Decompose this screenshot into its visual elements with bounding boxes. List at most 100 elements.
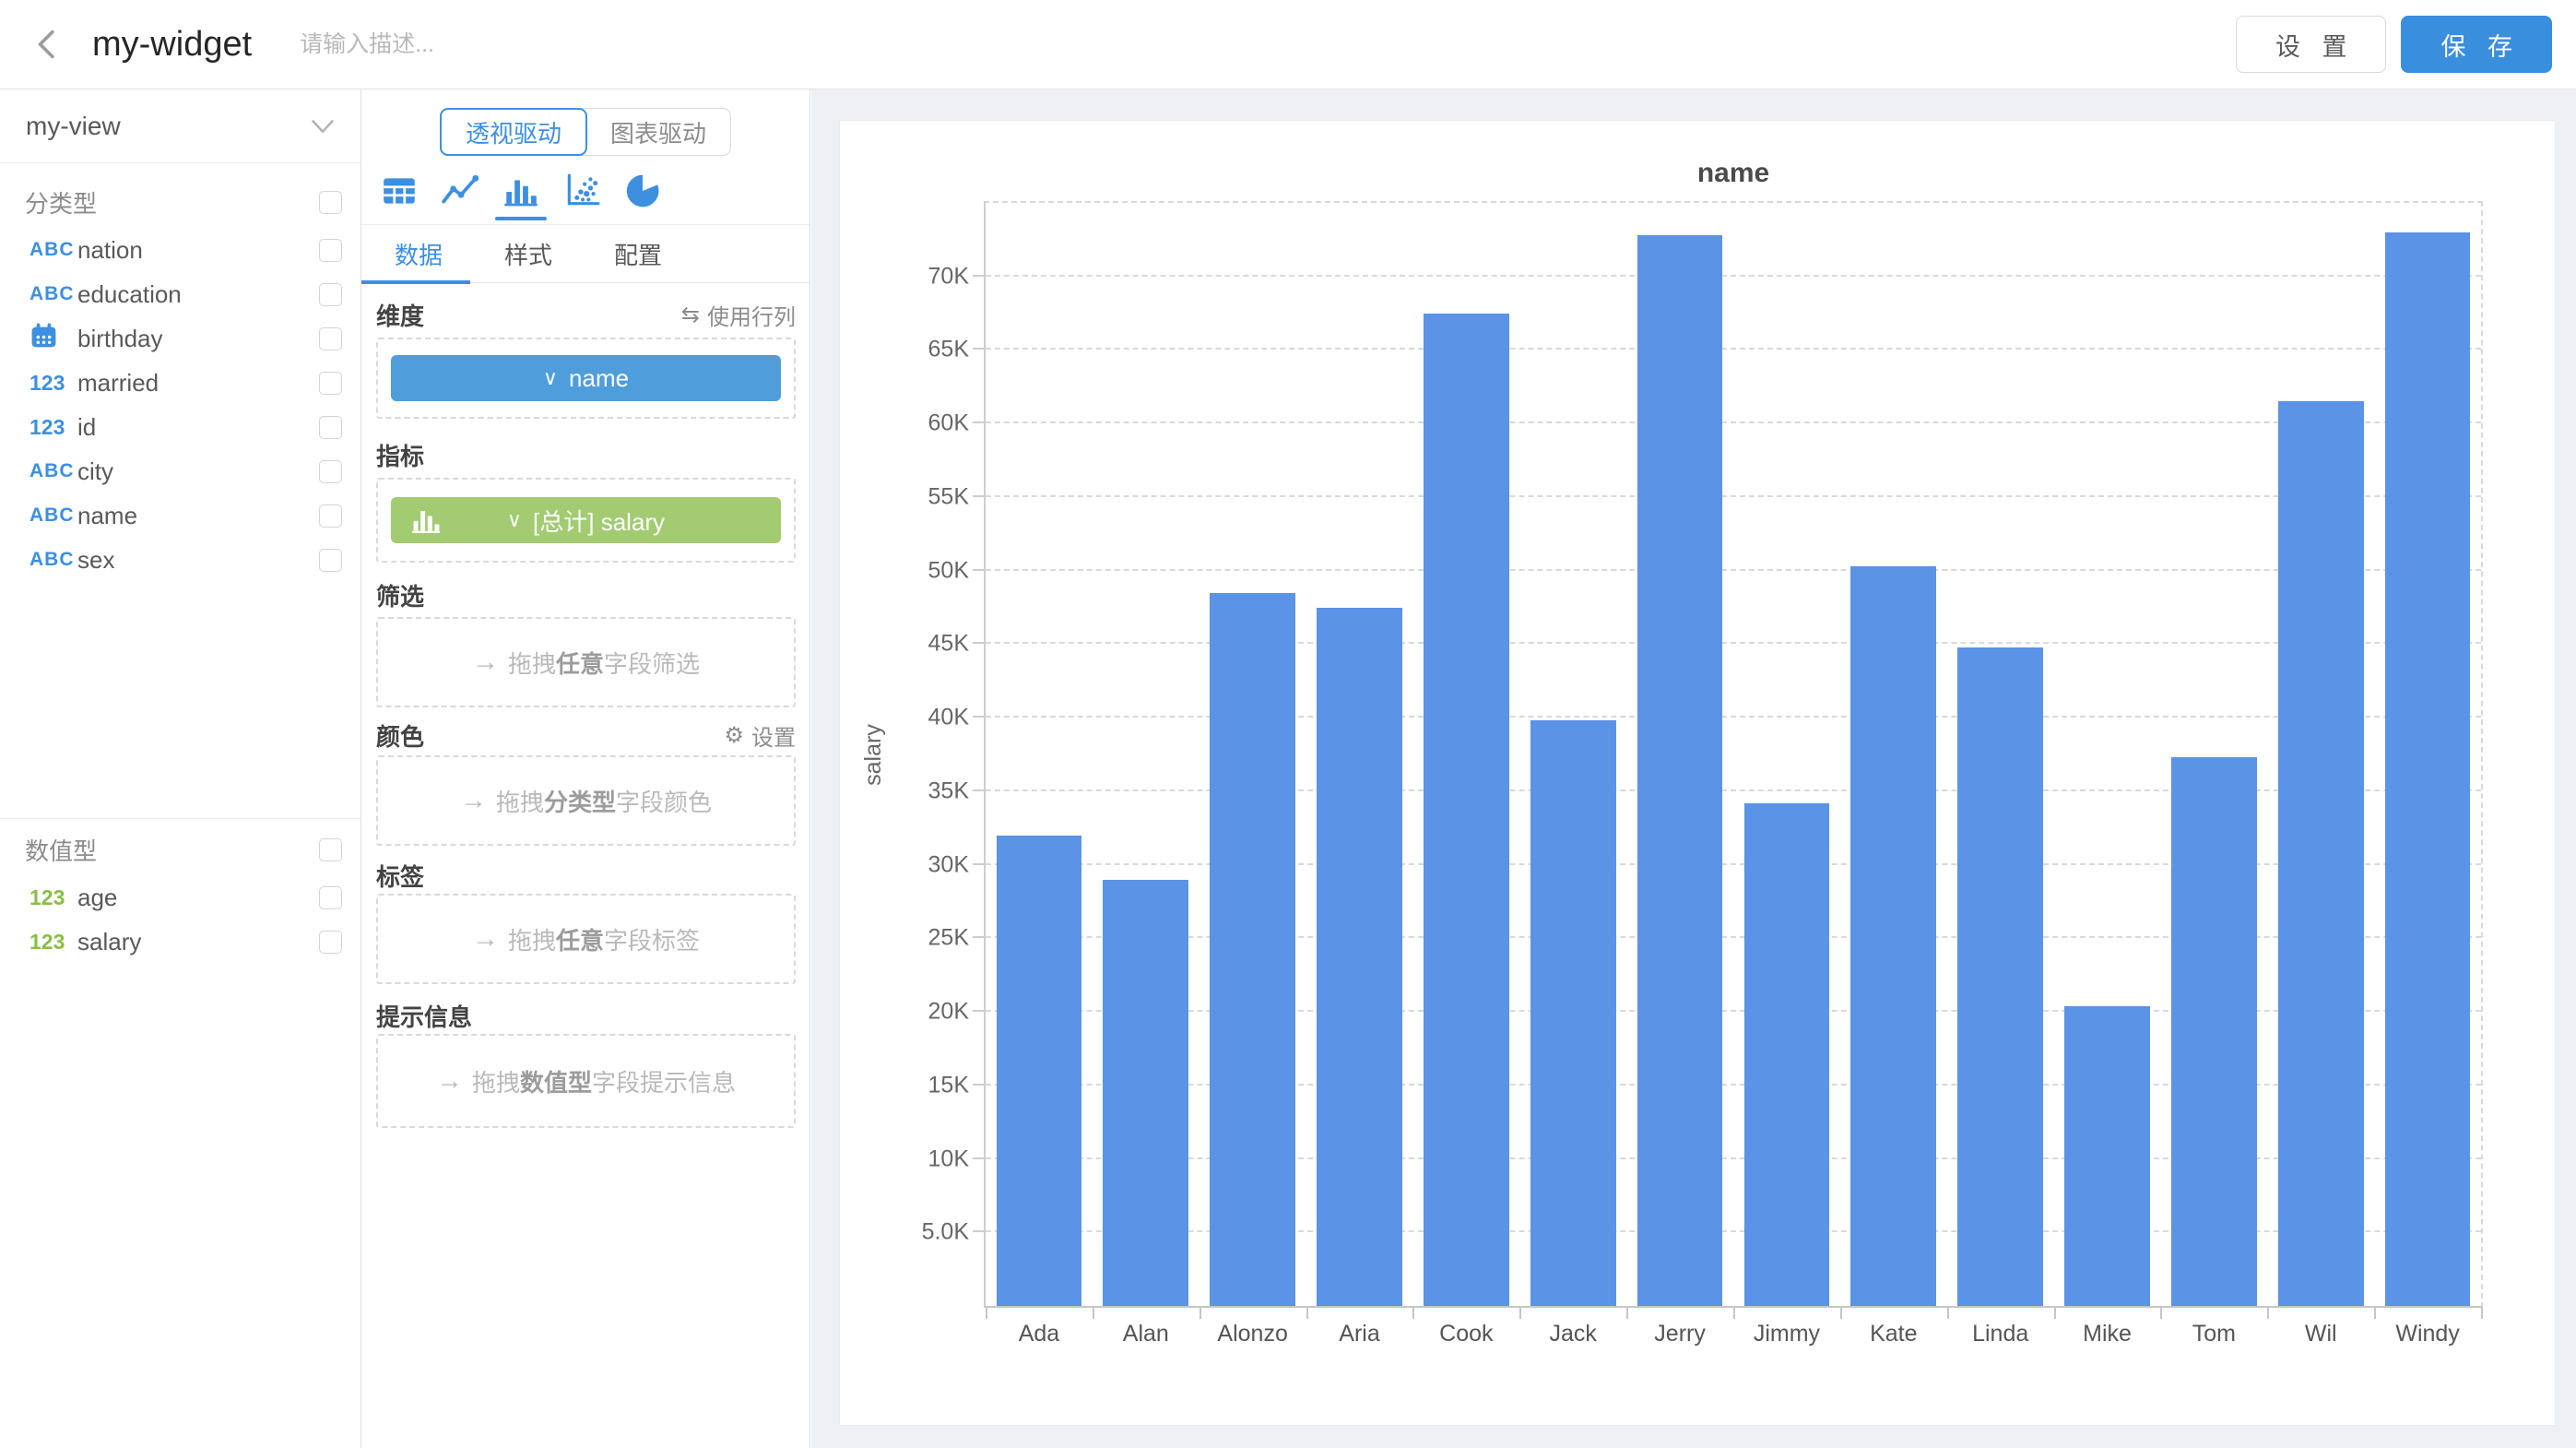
table-chart-icon[interactable] (376, 169, 422, 213)
x-label-Alonzo: Alonzo (1199, 1321, 1306, 1347)
save-button[interactable]: 保 存 (2401, 16, 2552, 73)
numeric-select-all-checkbox[interactable] (319, 838, 342, 861)
filter-section-header: 筛选 (376, 580, 796, 610)
bar-Jimmy[interactable] (1744, 803, 1830, 1306)
bar-Windy[interactable] (2385, 232, 2471, 1306)
use-rows-cols-link[interactable]: ⇆ 使用行列 (681, 299, 796, 331)
field-checkbox-salary[interactable] (319, 931, 342, 954)
dimension-pill-name[interactable]: ∨ name (391, 355, 781, 401)
mode-option-1[interactable]: 图表驱动 (586, 109, 730, 155)
x-label-Jimmy: Jimmy (1733, 1321, 1840, 1347)
x-label-Wil: Wil (2267, 1321, 2374, 1347)
numeric-section-header: 数值型 (0, 825, 360, 873)
tab-1[interactable]: 样式 (504, 237, 552, 271)
numeric-label: 数值型 (25, 833, 319, 867)
pill-chevron-icon[interactable]: ∨ (507, 508, 522, 532)
bar-Ada[interactable] (997, 836, 1082, 1306)
bar-Alonzo[interactable] (1210, 593, 1295, 1306)
field-checkbox-nation[interactable] (319, 239, 342, 262)
y-tick (973, 1084, 986, 1086)
bar-slot-Alan (1093, 203, 1199, 1306)
bar-Linda[interactable] (1957, 647, 2043, 1306)
field-row-city[interactable]: ABCcity (0, 449, 360, 493)
back-button[interactable] (20, 17, 76, 72)
dimension-dropzone[interactable]: ∨ name (376, 338, 796, 419)
y-tick (973, 863, 986, 865)
field-row-married[interactable]: 123married (0, 361, 360, 405)
tab-0[interactable]: 数据 (395, 237, 443, 271)
y-tick (973, 789, 986, 791)
chart-title: name (984, 158, 2483, 189)
y-tick (973, 421, 986, 423)
metric-dropzone[interactable]: ∨ [总计] salary (376, 478, 796, 563)
color-dropzone[interactable]: → 拖拽分类型字段颜色 (376, 755, 796, 846)
x-tick (2054, 1306, 2056, 1319)
bar-Jerry[interactable] (1637, 235, 1723, 1306)
field-row-age[interactable]: 123age (0, 875, 360, 920)
filter-dropzone[interactable]: → 拖拽任意字段筛选 (376, 617, 796, 707)
bar-Jack[interactable] (1530, 720, 1616, 1306)
pill-chevron-icon[interactable]: ∨ (543, 366, 558, 390)
color-label: 颜色 (376, 718, 724, 753)
field-checkbox-age[interactable] (319, 886, 342, 909)
x-label-Linda: Linda (1947, 1321, 2054, 1347)
arrow-right-icon: → (472, 647, 499, 678)
bar-Alan[interactable] (1103, 880, 1188, 1306)
bar-Kate[interactable] (1850, 566, 1936, 1306)
bar-slot-Jerry (1626, 203, 1733, 1306)
metric-pill-salary[interactable]: ∨ [总计] salary (391, 497, 781, 543)
field-checkbox-birthday[interactable] (319, 327, 342, 350)
y-tick (973, 348, 986, 350)
tooltip-dropzone[interactable]: → 拖拽数值型字段提示信息 (376, 1034, 796, 1128)
scatter-chart-icon[interactable] (559, 169, 605, 213)
y-tick-label: 30K (928, 851, 969, 878)
line-chart-icon[interactable] (437, 169, 483, 213)
field-row-education[interactable]: ABCeducation (0, 272, 360, 316)
field-checkbox-city[interactable] (319, 460, 342, 483)
x-tick (1093, 1306, 1094, 1319)
field-checkbox-education[interactable] (319, 283, 342, 306)
bar-Tom[interactable] (2171, 757, 2257, 1306)
field-row-salary[interactable]: 123salary (0, 920, 360, 964)
chart-type-row (376, 169, 666, 213)
color-settings-link[interactable]: ⚙ 设置 (724, 719, 796, 752)
view-selector[interactable]: my-view (0, 89, 360, 163)
swap-icon: ⇆ (681, 302, 700, 328)
field-checkbox-id[interactable] (319, 416, 342, 439)
bar-Mike[interactable] (2064, 1006, 2150, 1306)
field-sidebar: my-view 分类型 ABCnationABCeducationbirthda… (0, 89, 361, 1448)
mode-option-0[interactable]: 透视驱动 (440, 108, 587, 156)
bar-Cook[interactable] (1424, 314, 1509, 1306)
x-label-Cook: Cook (1412, 1321, 1519, 1347)
x-tick (1306, 1306, 1308, 1319)
y-tick-label: 25K (928, 925, 969, 952)
categorical-select-all-checkbox[interactable] (319, 191, 342, 214)
field-row-nation[interactable]: ABCnation (0, 228, 360, 272)
filter-label: 筛选 (376, 578, 796, 612)
bar-Wil[interactable] (2278, 401, 2364, 1306)
bar-slot-Ada (986, 203, 1093, 1306)
field-row-id[interactable]: 123id (0, 405, 360, 449)
x-tick (1840, 1306, 1842, 1319)
field-checkbox-married[interactable] (319, 372, 342, 395)
bar-Aria[interactable] (1317, 608, 1402, 1306)
bar-chart-icon[interactable] (498, 169, 544, 213)
label-dropzone[interactable]: → 拖拽任意字段标签 (376, 894, 796, 984)
y-tick-label: 35K (928, 777, 969, 804)
field-checkbox-sex[interactable] (319, 549, 342, 572)
field-checkbox-name[interactable] (319, 504, 342, 528)
field-row-birthday[interactable]: birthday (0, 316, 360, 361)
description-input[interactable] (300, 31, 687, 58)
categorical-label: 分类型 (25, 185, 319, 220)
pie-chart-icon[interactable] (620, 169, 666, 213)
sidebar-divider (0, 818, 360, 819)
label-label: 标签 (376, 859, 796, 893)
bar-slot-Cook (1412, 203, 1519, 1306)
field-row-sex[interactable]: ABCsex (0, 538, 360, 582)
settings-button[interactable]: 设 置 (2236, 16, 2387, 73)
tab-2[interactable]: 配置 (614, 237, 662, 271)
field-row-name[interactable]: ABCname (0, 493, 360, 538)
y-tick-label: 20K (928, 999, 969, 1026)
x-tick (2481, 1306, 2483, 1319)
categorical-field-list: ABCnationABCeducationbirthday123married1… (0, 228, 360, 582)
